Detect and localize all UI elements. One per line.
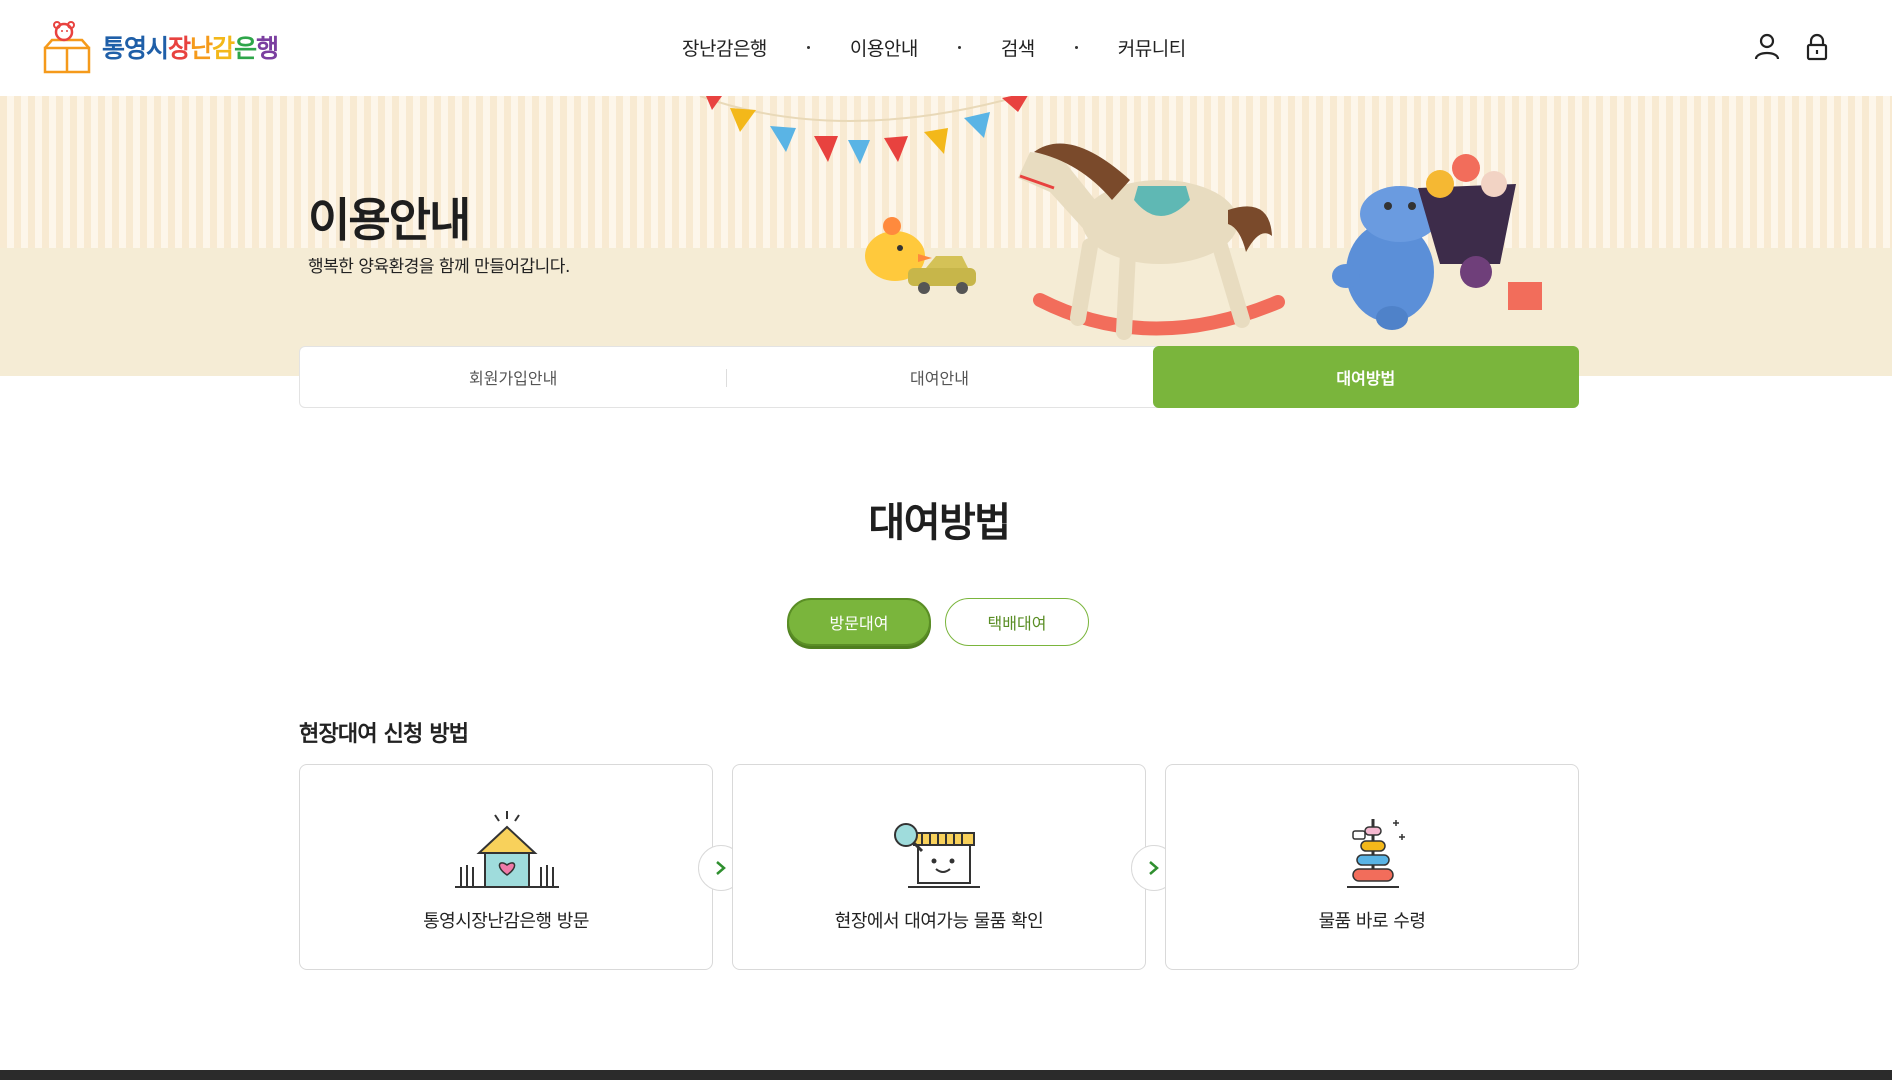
step-card: 통영시장난감은행 방문 <box>299 764 713 970</box>
section-title: 대여방법 <box>868 500 1011 546</box>
rental-steps: 통영시장난감은행 방문 현장에서 대여가능 물품 확인 물품 바로 수령 <box>299 764 1579 970</box>
toy-illustration <box>699 96 1542 340</box>
step-label: 물품 바로 수령 <box>1318 911 1426 932</box>
nav-separator <box>957 46 961 49</box>
rental-type-toggle: 방문대여 택배대여 <box>787 598 1089 646</box>
logo-text-part: 은 <box>234 34 257 63</box>
tab-rental-method[interactable]: 대여방법 <box>1152 346 1579 408</box>
logo-text: 통영시장난감은행 <box>102 29 279 65</box>
site-logo[interactable]: 통영시장난감은행 <box>42 20 279 74</box>
logo-text-part: 난 <box>190 34 213 63</box>
rocking-horse-icon <box>1018 143 1285 340</box>
ring-stacker-icon <box>1347 819 1405 888</box>
hero-banner: 이용안내 행복한 양육환경을 함께 만들어갑니다. <box>0 96 1892 376</box>
nav-item-guide[interactable]: 이용안내 <box>850 34 918 61</box>
tab-rental-info[interactable]: 대여안내 <box>726 347 1152 407</box>
page-title: 이용안내 <box>308 193 471 247</box>
visit-rental-button[interactable]: 방문대여 <box>787 598 931 646</box>
main-nav: 장난감은행 이용안내 검색 커뮤니티 <box>682 34 1186 61</box>
store-search-icon <box>894 823 980 888</box>
tab-membership[interactable]: 회원가입안내 <box>300 347 726 407</box>
house-icon <box>455 811 559 888</box>
nav-item-toy-bank[interactable]: 장난감은행 <box>682 34 767 61</box>
step-label: 현장에서 대여가능 물품 확인 <box>834 911 1044 932</box>
toy-bucket-icon <box>1418 154 1542 310</box>
nav-separator <box>806 46 810 49</box>
delivery-rental-button[interactable]: 택배대여 <box>945 598 1089 646</box>
user-icon[interactable] <box>1754 33 1780 61</box>
page-subtitle: 행복한 양육환경을 함께 만들어갑니다. <box>308 257 570 277</box>
steps-heading: 현장대여 신청 방법 <box>299 722 469 747</box>
step-card: 물품 바로 수령 <box>1165 764 1579 970</box>
chevron-right-icon <box>1149 861 1159 875</box>
lock-icon[interactable] <box>1804 33 1830 61</box>
step-label: 통영시장난감은행 방문 <box>423 911 589 932</box>
chevron-right-icon <box>716 861 726 875</box>
nav-item-search[interactable]: 검색 <box>1001 34 1035 61</box>
site-header: 통영시장난감은행 장난감은행 이용안내 검색 커뮤니티 <box>0 0 1892 96</box>
toy-box-logo-icon <box>43 21 91 74</box>
nav-separator <box>1074 46 1078 49</box>
sub-tabs: 회원가입안내 대여안내 대여방법 <box>299 346 1579 408</box>
logo-text-part: 통영시 <box>102 34 169 63</box>
bunting-flags-icon <box>699 96 1028 164</box>
nav-item-community[interactable]: 커뮤니티 <box>1118 34 1186 61</box>
logo-text-part: 감 <box>212 34 235 63</box>
footer-bar <box>0 1070 1892 1080</box>
step-card: 현장에서 대여가능 물품 확인 <box>732 764 1146 970</box>
logo-text-part: 장 <box>168 34 191 63</box>
logo-text-part: 행 <box>256 34 279 63</box>
header-icons <box>1754 33 1830 61</box>
